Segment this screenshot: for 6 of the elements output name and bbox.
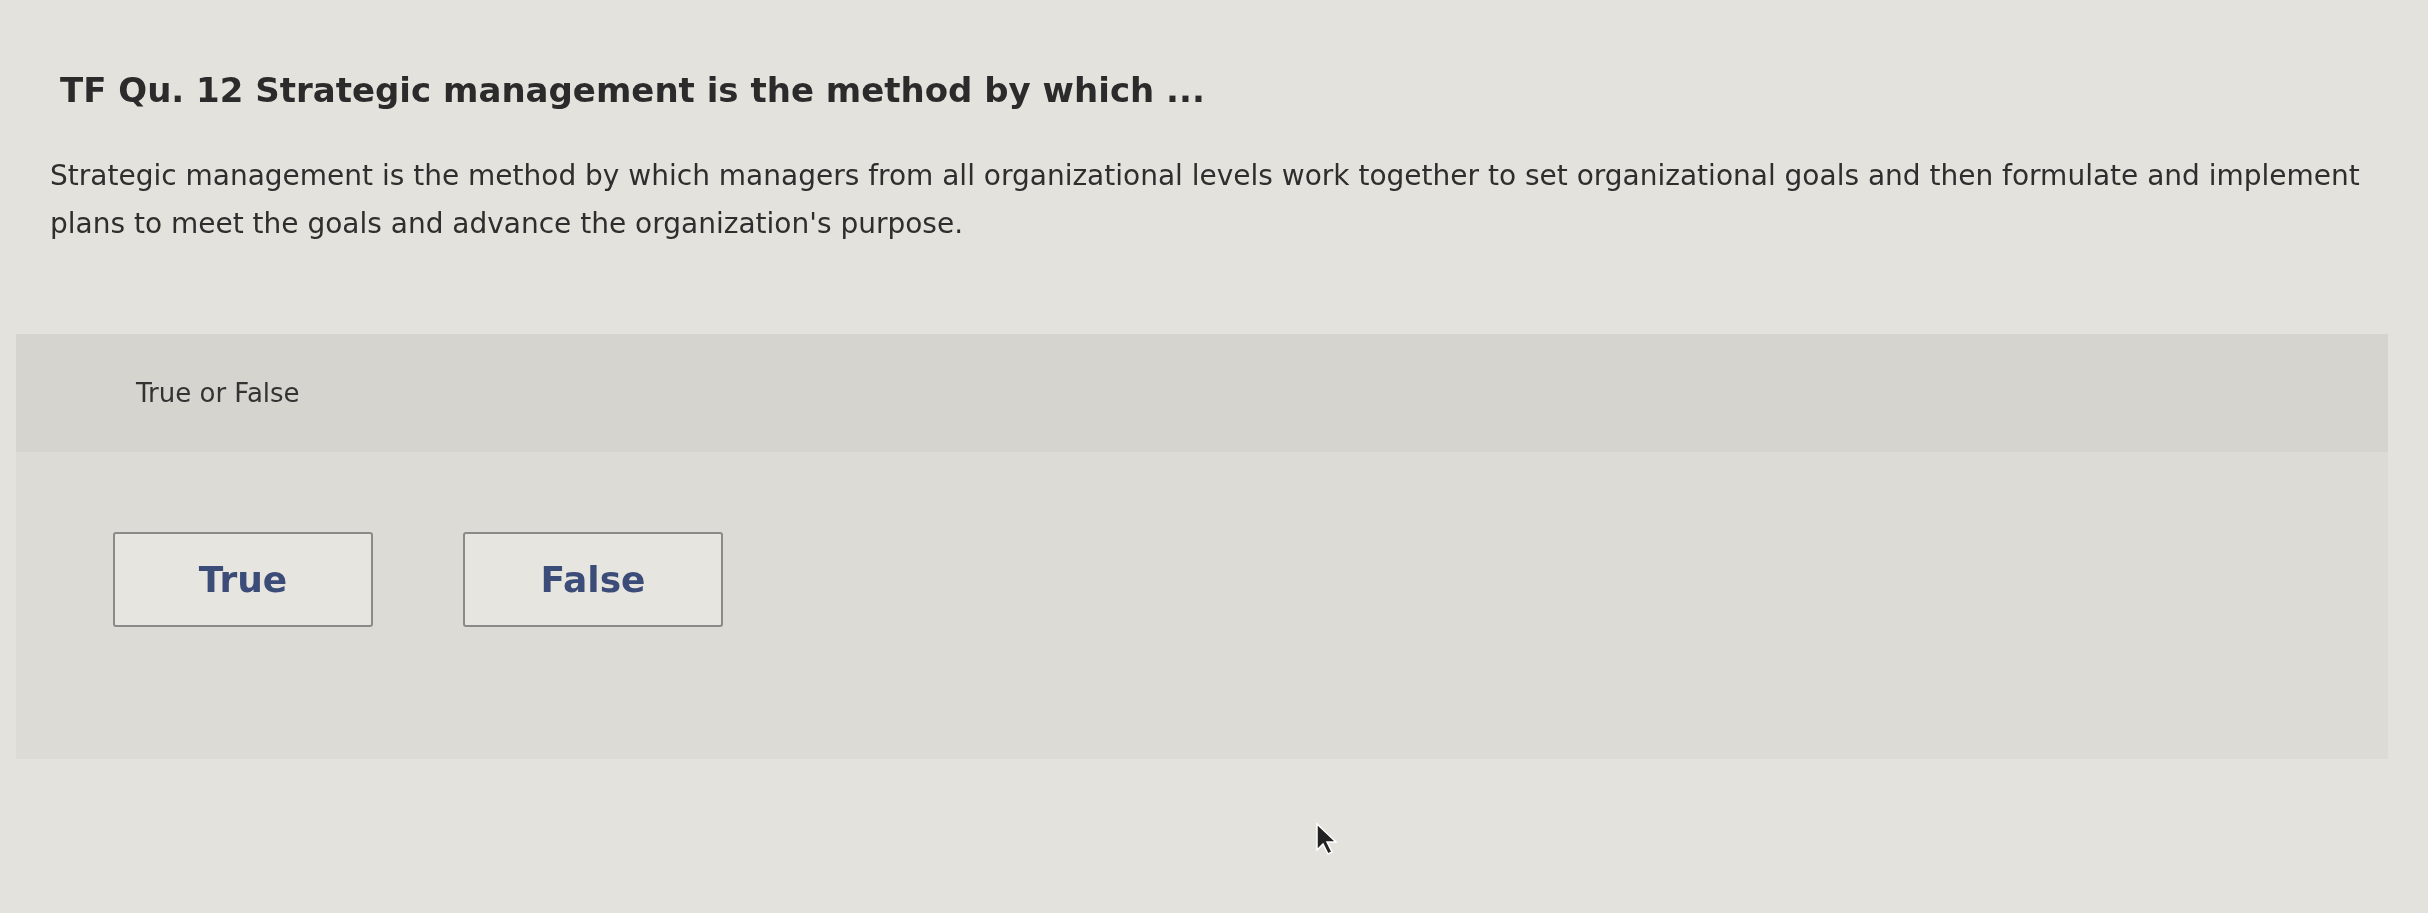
answer-option-button[interactable]: False: [463, 532, 723, 627]
prompt-label: True or False: [136, 378, 300, 408]
mouse-cursor-icon: [1315, 822, 1341, 856]
question-title: TF Qu. 12 Strategic management is the method by which ...: [60, 70, 1206, 110]
question-text: Strategic management is the method by which managers from all organizational levels work together to set organizational goals and then formulate and implement plans to meet the goals and advance the organization's purpose.: [50, 158, 2361, 242]
answer-option-button[interactable]: True: [113, 532, 373, 627]
